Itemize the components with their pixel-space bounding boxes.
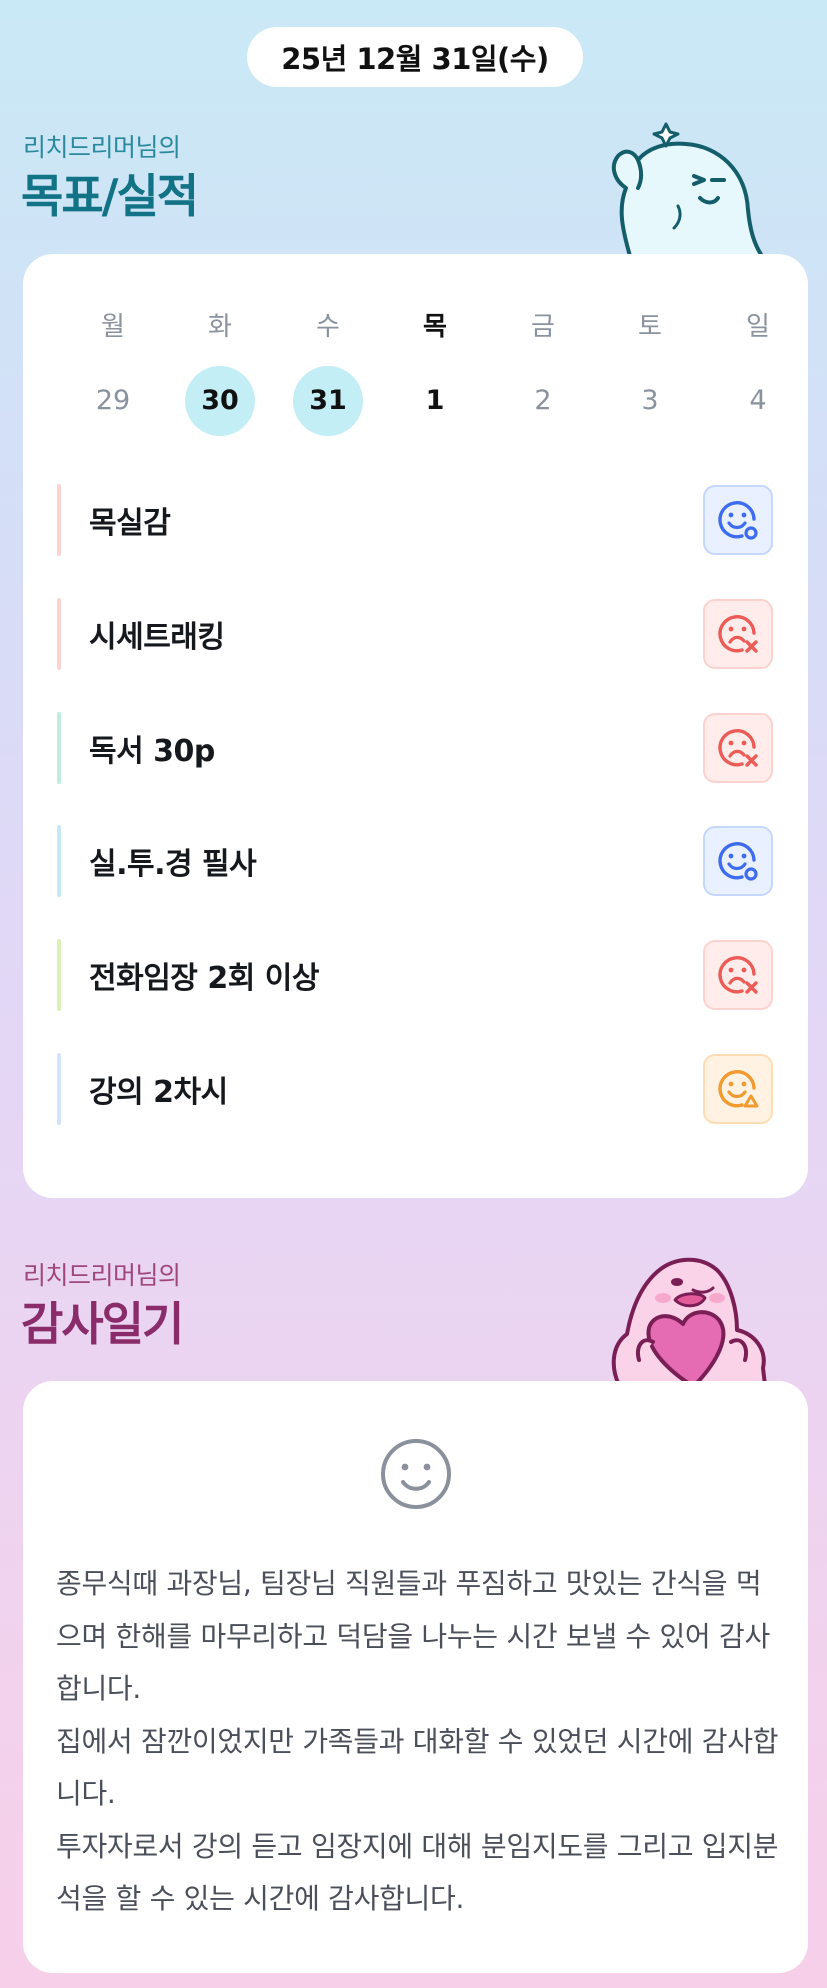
- weekday-label: 화: [208, 312, 232, 342]
- weekday-label: 목: [423, 312, 447, 342]
- gratitude-diary-text: 종무식때 과장님, 팀장님 직원들과 푸짐하고 맛있는 간식을 먹으며 한해를 …: [56, 1558, 781, 1926]
- heart-ghost-mascot-icon: [611, 1257, 767, 1385]
- status-achieved-button[interactable]: [703, 826, 773, 896]
- goal-label: 실.투.경 필사: [89, 847, 257, 882]
- day-cell[interactable]: 29: [78, 366, 148, 436]
- goal-row[interactable]: 실.투.경 필사: [57, 825, 773, 897]
- goals-title: 목표/실적: [21, 169, 199, 223]
- gratitude-card: 종무식때 과장님, 팀장님 직원들과 푸짐하고 맛있는 간식을 먹으며 한해를 …: [23, 1381, 808, 1973]
- smile-o-icon: [718, 501, 758, 540]
- smile-triangle-icon: [718, 1070, 759, 1108]
- gratitude-subtitle: 리치드리머님의: [23, 1261, 181, 1290]
- weekday-label: 수: [316, 312, 340, 342]
- day-cell[interactable]: 4: [723, 366, 793, 436]
- diary-entry: 종무식때 과장님, 팀장님 직원들과 푸짐하고 맛있는 간식을 먹으며 한해를 …: [56, 1567, 770, 1705]
- day-cell-done[interactable]: 30: [185, 366, 255, 436]
- goals-subtitle: 리치드리머님의: [23, 133, 181, 162]
- frown-x-icon: [718, 956, 758, 994]
- goal-label: 시세트래킹: [89, 620, 225, 655]
- status-failed-button[interactable]: [703, 713, 773, 783]
- day-cell-done[interactable]: 31: [293, 366, 363, 436]
- weekday-label: 금: [531, 312, 555, 342]
- goal-color-bar: [57, 598, 61, 670]
- goal-color-bar: [57, 712, 61, 784]
- ghost-mascot-icon: [611, 122, 764, 256]
- goal-row[interactable]: 독서 30p: [57, 712, 773, 784]
- diary-entry: 집에서 잠깐이었지만 가족들과 대화할 수 있었던 시간에 감사합니다.: [56, 1724, 779, 1811]
- status-failed-button[interactable]: [703, 940, 773, 1010]
- goals-card: 월 화 수 목 금 토 일 29 30 31 1 2 3 4 목실감 시세트래킹: [23, 254, 808, 1198]
- weekday-label: 일: [746, 312, 770, 342]
- date-header[interactable]: 25년 12월 31일(수): [247, 27, 583, 87]
- goal-color-bar: [57, 825, 61, 897]
- status-achieved-button[interactable]: [703, 485, 773, 555]
- goal-row[interactable]: 시세트래킹: [57, 598, 773, 670]
- weekday-label: 토: [638, 312, 662, 342]
- frown-x-icon: [718, 615, 758, 653]
- status-partial-button[interactable]: [703, 1054, 773, 1124]
- day-cell-today[interactable]: 1: [400, 366, 470, 436]
- goal-row[interactable]: 강의 2차시: [57, 1053, 773, 1125]
- goal-label: 전화임장 2회 이상: [89, 961, 319, 996]
- smile-face-icon[interactable]: [378, 1436, 454, 1512]
- day-cell[interactable]: 3: [615, 366, 685, 436]
- day-cell[interactable]: 2: [508, 366, 578, 436]
- goal-color-bar: [57, 939, 61, 1011]
- goal-label: 목실감: [89, 506, 171, 541]
- goal-color-bar: [57, 1053, 61, 1125]
- smile-o-icon: [718, 842, 758, 881]
- status-failed-button[interactable]: [703, 599, 773, 669]
- diary-entry: 투자자로서 강의 듣고 임장지에 대해 분임지도를 그리고 입지분석을 할 수 …: [56, 1829, 779, 1916]
- weekday-label: 월: [101, 312, 125, 342]
- frown-x-icon: [718, 729, 758, 767]
- gratitude-title: 감사일기: [21, 1297, 184, 1351]
- goal-row[interactable]: 전화임장 2회 이상: [57, 939, 773, 1011]
- goal-row[interactable]: 목실감: [57, 484, 773, 556]
- goal-label: 강의 2차시: [89, 1075, 228, 1110]
- goal-color-bar: [57, 484, 61, 556]
- goal-label: 독서 30p: [89, 734, 215, 769]
